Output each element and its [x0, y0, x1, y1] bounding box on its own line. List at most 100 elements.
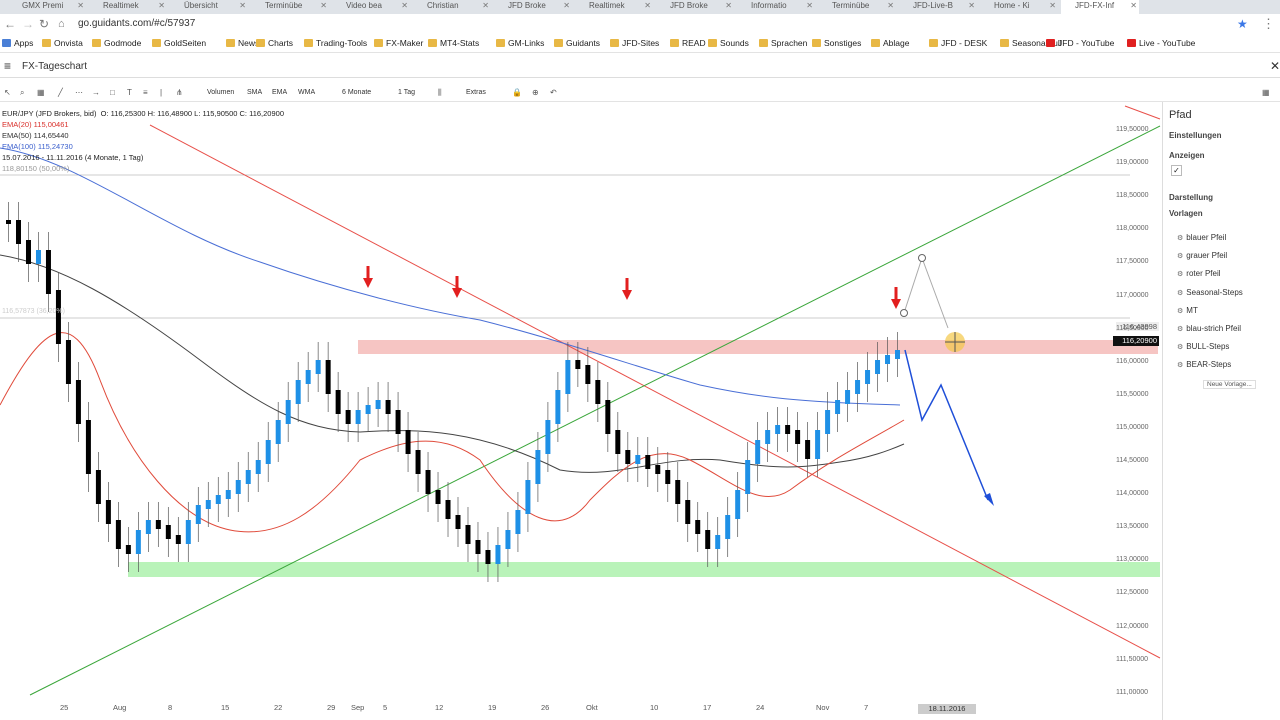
bookmark-item[interactable]: JFD - YouTube: [1046, 37, 1114, 49]
ray-tool-icon[interactable]: →: [92, 88, 100, 98]
fib-tool-icon[interactable]: ≡: [143, 88, 148, 98]
browser-tab[interactable]: Home - Ki ✕: [980, 0, 1058, 14]
candle: [735, 490, 741, 519]
browser-tab[interactable]: Informatio ✕: [737, 0, 815, 14]
zoom-icon[interactable]: ⊕: [532, 88, 539, 98]
browser-tab[interactable]: JFD Broke ✕: [656, 0, 734, 14]
bookmark-item[interactable]: JFD-Sites: [610, 37, 659, 49]
browser-tab[interactable]: JFD-Live-B ✕: [899, 0, 977, 14]
bookmark-star-icon[interactable]: ★: [1237, 17, 1248, 31]
pitchfork-icon[interactable]: ⋔: [176, 88, 183, 98]
template-item[interactable]: Seasonal-Steps: [1177, 288, 1242, 297]
bookmark-item[interactable]: GM-Links: [496, 37, 544, 49]
line-tool-icon[interactable]: ╱: [58, 88, 63, 98]
bookmark-item[interactable]: Live - YouTube: [1127, 37, 1195, 49]
anzeigen-checkbox[interactable]: ✓: [1171, 165, 1182, 176]
bookmark-item[interactable]: Charts: [256, 37, 293, 49]
browser-tab[interactable]: Terminübe ✕: [251, 0, 329, 14]
new-template-button[interactable]: Neue Vorlage...: [1203, 380, 1256, 389]
bookmark-item[interactable]: Trading-Tools: [304, 37, 367, 49]
bookmark-item[interactable]: FX-Maker: [374, 37, 423, 49]
bookmark-item[interactable]: Sounds: [708, 37, 749, 49]
lock-icon[interactable]: 🔒: [512, 88, 522, 98]
einstellungen-header[interactable]: Einstellungen: [1169, 131, 1221, 140]
reload-icon[interactable]: ↻: [39, 17, 49, 31]
bookmark-item[interactable]: News: [226, 37, 259, 49]
bookmark-item[interactable]: GoldSeiten: [152, 37, 206, 49]
x-tick-label: Aug: [113, 703, 127, 712]
bookmark-item[interactable]: Ablage: [871, 37, 909, 49]
browser-tab[interactable]: JFD-FX-Inf ✕: [1061, 0, 1139, 14]
hline-tool-icon[interactable]: ⋯: [75, 88, 83, 98]
bookmark-item[interactable]: Sonstiges: [812, 37, 861, 49]
tab-close-icon[interactable]: ✕: [725, 0, 732, 11]
candle-type-icon[interactable]: ⫼: [438, 88, 442, 98]
tab-close-icon[interactable]: ✕: [563, 0, 570, 11]
home-icon[interactable]: ⌂: [58, 17, 65, 31]
grid-icon[interactable]: ▦: [37, 88, 45, 98]
undo-icon[interactable]: ↶: [550, 88, 557, 98]
menu-icon[interactable]: ⋮: [1262, 17, 1275, 31]
tab-close-icon[interactable]: ✕: [239, 0, 246, 11]
bookmark-item[interactable]: Godmode: [92, 37, 141, 49]
template-item[interactable]: blauer Pfeil: [1177, 233, 1226, 242]
tab-close-icon[interactable]: ✕: [1049, 0, 1056, 11]
browser-tab[interactable]: Video bea ✕: [332, 0, 410, 14]
tab-close-icon[interactable]: ✕: [482, 0, 489, 11]
bookmark-folder-icon: [1046, 39, 1055, 47]
interval-select[interactable]: 1 Tag: [398, 87, 415, 98]
ema-button[interactable]: EMA: [272, 87, 287, 98]
pointer-icon[interactable]: ↖: [4, 88, 11, 98]
bookmark-item[interactable]: Sprachen: [759, 37, 807, 49]
tab-close-icon[interactable]: ✕: [401, 0, 408, 11]
tab-close-icon[interactable]: ✕: [644, 0, 651, 11]
tab-close-icon[interactable]: ✕: [320, 0, 327, 11]
template-item[interactable]: MT: [1177, 306, 1198, 315]
candle: [285, 400, 291, 424]
template-item[interactable]: roter Pfeil: [1177, 269, 1220, 278]
browser-tab[interactable]: Terminübe ✕: [818, 0, 896, 14]
tab-close-icon[interactable]: ✕: [158, 0, 165, 11]
bookmark-folder-icon: [152, 39, 161, 47]
template-item[interactable]: blau-strich Pfeil: [1177, 324, 1241, 333]
bookmark-item[interactable]: Onvista: [42, 37, 83, 49]
vorlagen-header: Vorlagen: [1169, 209, 1203, 218]
tab-close-icon[interactable]: ✕: [1130, 0, 1137, 11]
template-item[interactable]: BULL-Steps: [1177, 342, 1229, 351]
rect-tool-icon[interactable]: □: [110, 88, 115, 98]
extras-menu[interactable]: Extras: [466, 87, 486, 98]
period-select[interactable]: 6 Monate: [342, 87, 371, 98]
tab-close-icon[interactable]: ✕: [968, 0, 975, 11]
bookmark-item[interactable]: MT4-Stats: [428, 37, 479, 49]
bookmark-item[interactable]: JFD - DESK: [929, 37, 987, 49]
search-icon[interactable]: ⌕: [20, 88, 24, 98]
tab-close-icon[interactable]: ✕: [806, 0, 813, 11]
price-chart[interactable]: [0, 102, 1162, 712]
tab-close-icon[interactable]: ✕: [887, 0, 894, 11]
browser-tab[interactable]: Realtimek ✕: [575, 0, 653, 14]
bookmark-item[interactable]: READ: [670, 37, 706, 49]
volumen-button[interactable]: Volumen: [207, 87, 234, 98]
bookmark-item[interactable]: Guidants: [554, 37, 600, 49]
template-item[interactable]: grauer Pfeil: [1177, 251, 1227, 260]
forward-icon[interactable]: →: [22, 17, 34, 31]
bookmarks-bar: Apps Onvista Godmode GoldSeiten News Charts Tr…: [0, 34, 1280, 53]
tab-close-icon[interactable]: ✕: [77, 0, 84, 11]
close-icon[interactable]: ✕: [1270, 59, 1280, 73]
bookmark-item[interactable]: Apps: [2, 37, 33, 49]
browser-tab[interactable]: Realtimek ✕: [89, 0, 167, 14]
text-tool-icon[interactable]: T: [127, 88, 132, 98]
browser-tab[interactable]: GMX Premi ✕: [8, 0, 86, 14]
url-input[interactable]: go.guidants.com/#c/57937: [78, 17, 1254, 32]
wma-button[interactable]: WMA: [298, 87, 315, 98]
browser-tab[interactable]: JFD Broke ✕: [494, 0, 572, 14]
back-icon[interactable]: ←: [4, 17, 16, 31]
hamburger-icon[interactable]: ≡: [4, 59, 11, 73]
vline-tool-icon[interactable]: |: [160, 88, 162, 98]
layout-icon[interactable]: ▦: [1262, 88, 1270, 98]
browser-tab[interactable]: Christian ✕: [413, 0, 491, 14]
browser-tab[interactable]: Übersicht ✕: [170, 0, 248, 14]
template-item[interactable]: BEAR-Steps: [1177, 360, 1231, 369]
darstellung-header[interactable]: Darstellung: [1169, 193, 1213, 202]
sma-button[interactable]: SMA: [247, 87, 262, 98]
